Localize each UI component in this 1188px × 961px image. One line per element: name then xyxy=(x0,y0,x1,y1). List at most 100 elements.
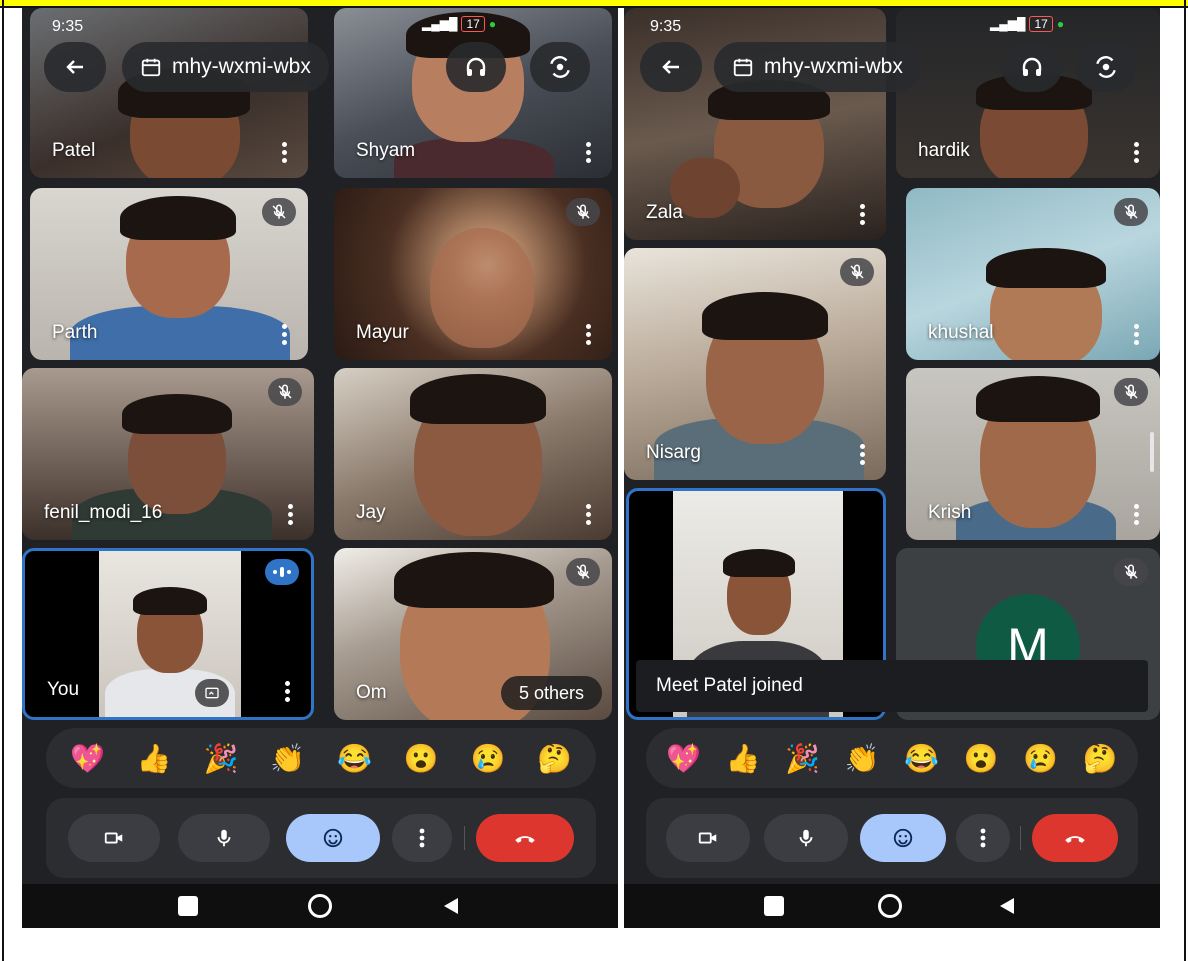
more-options-icon[interactable] xyxy=(280,324,288,346)
switch-camera-button[interactable] xyxy=(530,42,590,92)
more-options-icon[interactable] xyxy=(858,444,866,466)
more-options-icon[interactable] xyxy=(584,324,592,346)
reaction-sad[interactable]: 😢 xyxy=(1021,738,1061,778)
reaction-surprised[interactable]: 😮 xyxy=(961,738,1001,778)
participant-name: Shyam xyxy=(356,140,416,161)
join-notification: Meet Patel joined xyxy=(636,660,1148,712)
reaction-heart[interactable]: 💖 xyxy=(67,738,107,778)
more-options-icon[interactable] xyxy=(1132,504,1140,526)
meeting-code-chip[interactable]: mhy-wxmi-wbx xyxy=(122,42,329,92)
participant-tile-you[interactable]: You xyxy=(22,548,314,720)
home-icon[interactable] xyxy=(308,894,332,918)
more-options-icon[interactable] xyxy=(858,204,866,226)
microphone-icon xyxy=(217,829,231,847)
more-options-button[interactable] xyxy=(956,814,1010,862)
reactions-button[interactable] xyxy=(860,814,946,862)
signal-icon: ▂▄▆█ xyxy=(990,17,1026,31)
meeting-code-chip[interactable]: mhy-wxmi-wbx xyxy=(714,42,921,92)
participant-tile-fenil[interactable]: fenil_modi_16 xyxy=(22,368,314,540)
back-nav-icon[interactable] xyxy=(998,896,1016,921)
participant-video xyxy=(133,587,207,615)
reaction-clap[interactable]: 👏 xyxy=(842,738,882,778)
reaction-thinking[interactable]: 🤔 xyxy=(535,738,575,778)
recents-icon[interactable] xyxy=(178,896,198,916)
more-options-icon[interactable] xyxy=(584,142,592,164)
phone-screen-left: Patel Shyam Parth Mayur fenil_modi_16 Ja… xyxy=(22,8,618,928)
home-icon[interactable] xyxy=(878,894,902,918)
audio-output-button[interactable] xyxy=(1002,42,1062,92)
battery-icon: 17 xyxy=(461,16,485,32)
smiley-icon xyxy=(323,828,343,848)
video-camera-icon xyxy=(104,832,123,844)
reaction-party[interactable]: 🎉 xyxy=(783,738,823,778)
more-options-icon[interactable] xyxy=(584,504,592,526)
mic-off-icon xyxy=(262,198,296,226)
effects-icon[interactable] xyxy=(195,679,229,707)
participant-video xyxy=(702,292,828,340)
camera-button[interactable] xyxy=(666,814,750,862)
back-button[interactable] xyxy=(44,42,106,92)
battery-icon: 17 xyxy=(1029,16,1053,32)
back-button[interactable] xyxy=(640,42,702,92)
more-options-icon[interactable] xyxy=(1132,324,1140,346)
end-call-button[interactable] xyxy=(476,814,574,862)
reactions-bar: 💖 👍 🎉 👏 😂 😮 😢 🤔 xyxy=(46,728,596,788)
reaction-heart[interactable]: 💖 xyxy=(664,738,704,778)
more-vertical-icon xyxy=(980,828,986,848)
reactions-button[interactable] xyxy=(286,814,380,862)
reaction-surprised[interactable]: 😮 xyxy=(401,738,441,778)
scrollbar[interactable] xyxy=(1150,432,1154,472)
reaction-laugh[interactable]: 😂 xyxy=(902,738,942,778)
reaction-sad[interactable]: 😢 xyxy=(468,738,508,778)
hang-up-icon xyxy=(515,836,535,843)
recents-icon[interactable] xyxy=(764,896,784,916)
right-border xyxy=(1184,0,1186,961)
participant-video xyxy=(986,248,1106,288)
participant-tile-krish[interactable]: Krish xyxy=(906,368,1160,540)
participant-video xyxy=(976,376,1100,422)
more-options-button[interactable] xyxy=(392,814,452,862)
top-bar: 9:35 ▂▄▆█ 17 ● mhy-wxmi-wbx xyxy=(624,8,1160,118)
reaction-party[interactable]: 🎉 xyxy=(201,738,241,778)
reaction-clap[interactable]: 👏 xyxy=(268,738,308,778)
participant-video xyxy=(122,394,232,434)
participant-video xyxy=(394,138,554,178)
camera-button[interactable] xyxy=(68,814,160,862)
microphone-button[interactable] xyxy=(178,814,270,862)
participant-tile-om[interactable]: Om 5 others xyxy=(334,548,612,720)
calendar-icon xyxy=(141,58,161,77)
participant-tile-khushal[interactable]: khushal xyxy=(906,188,1160,360)
audio-output-button[interactable] xyxy=(446,42,506,92)
status-time: 9:35 xyxy=(52,18,84,35)
top-bar: 9:35 ▂▄▆█ 17 ● mhy-wxmi-wbx xyxy=(22,8,618,118)
participant-tile-mayur[interactable]: Mayur xyxy=(334,188,612,360)
headphones-icon xyxy=(466,57,486,76)
more-options-icon[interactable] xyxy=(1132,142,1140,164)
mic-off-icon xyxy=(1114,558,1148,586)
switch-camera-button[interactable] xyxy=(1076,42,1136,92)
participant-tile-parth[interactable]: Parth xyxy=(30,188,308,360)
mic-off-icon xyxy=(1114,378,1148,406)
dot-icon: ● xyxy=(488,17,497,31)
reaction-thumbs-up[interactable]: 👍 xyxy=(723,738,763,778)
reaction-laugh[interactable]: 😂 xyxy=(334,738,374,778)
end-call-button[interactable] xyxy=(1032,814,1118,862)
participant-tile-nisarg[interactable]: Nisarg xyxy=(624,248,886,480)
status-time: 9:35 xyxy=(650,18,682,35)
phone-screen-right: Zala Nisarg hardik khushal Krish M Meet … xyxy=(624,8,1160,928)
more-options-icon[interactable] xyxy=(286,504,294,526)
microphone-button[interactable] xyxy=(764,814,848,862)
speaking-indicator-icon xyxy=(265,559,299,585)
participant-video xyxy=(120,196,236,240)
more-options-icon[interactable] xyxy=(283,681,291,703)
participant-tile-jay[interactable]: Jay xyxy=(334,368,612,540)
more-options-icon[interactable] xyxy=(280,142,288,164)
reaction-thumbs-up[interactable]: 👍 xyxy=(134,738,174,778)
others-button[interactable]: 5 others xyxy=(500,676,602,710)
participant-name: Zala xyxy=(646,202,683,223)
participant-name: Jay xyxy=(356,502,386,523)
participant-video xyxy=(410,374,546,424)
reaction-thinking[interactable]: 🤔 xyxy=(1080,738,1120,778)
back-nav-icon[interactable] xyxy=(442,896,460,921)
headphones-icon xyxy=(1022,57,1042,76)
